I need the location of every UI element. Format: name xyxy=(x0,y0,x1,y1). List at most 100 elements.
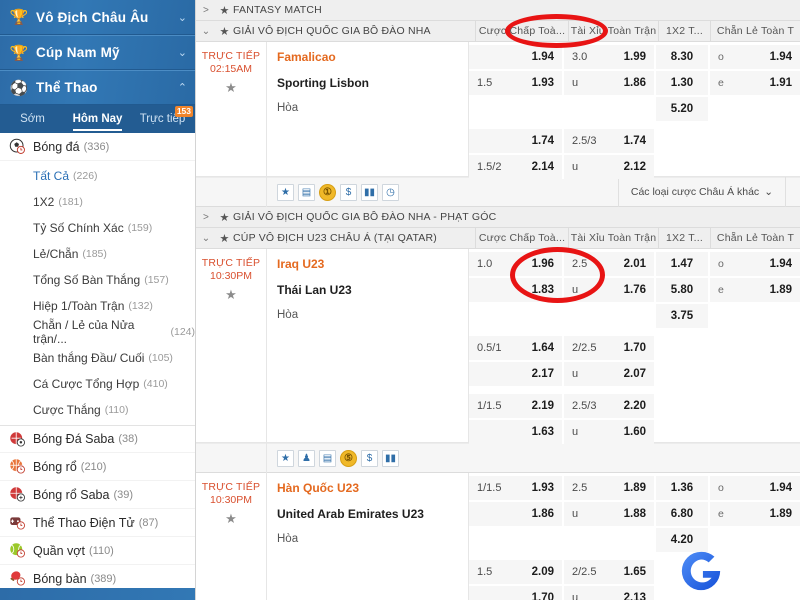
odd-even-flag[interactable]: o xyxy=(710,476,738,500)
over-under-price-alt[interactable]: 1.74 xyxy=(599,129,654,153)
over-under-line[interactable]: u xyxy=(564,278,599,302)
chevron-down-icon[interactable]: ⌄ xyxy=(178,11,187,24)
odd-even-price[interactable]: 1.94 xyxy=(738,45,800,69)
chevron-down-icon[interactable]: ⌄ xyxy=(196,26,216,37)
away-team-name[interactable]: Sporting Lisbon xyxy=(277,76,468,90)
odd-even-price[interactable]: 1.89 xyxy=(738,278,800,302)
odd-even-price[interactable]: 1.89 xyxy=(738,502,800,526)
tv-icon[interactable]: ▤ xyxy=(298,183,315,201)
handicap-price-alt[interactable]: 1.64 xyxy=(507,336,562,360)
away-team-name[interactable]: Thái Lan U23 xyxy=(277,283,468,297)
sidebar-item-bong-ro-saba[interactable]: Bóng rổ Saba (39) xyxy=(0,481,195,509)
sidebar-subitem-cuoc-thang[interactable]: Cược Thắng (110) xyxy=(0,397,195,423)
odd-even-price[interactable]: 1.94 xyxy=(738,252,800,276)
odd-even-flag[interactable]: o xyxy=(710,252,738,276)
over-under-line[interactable]: 2.5 xyxy=(564,476,599,500)
sidebar-item-bong-ro[interactable]: Bóng rổ (210) xyxy=(0,453,195,481)
handicap-line-alt[interactable]: 1.5/2 xyxy=(469,155,507,179)
sidebar-subitem-tong-so-ban-thang[interactable]: Tổng Số Bàn Thắng (157) xyxy=(0,267,195,293)
x12-price[interactable]: 6.80 xyxy=(656,502,708,526)
sidebar-item-the-thao-dien-tu[interactable]: Thể Thao Điện Tử (87) xyxy=(0,509,195,537)
handicap-line[interactable] xyxy=(469,45,507,69)
favorite-star-icon[interactable]: ★ xyxy=(196,80,266,96)
over-under-line[interactable]: 2.5 xyxy=(564,252,599,276)
sidebar-subitem-ca-cuoc-tong-hop[interactable]: Cá Cược Tổng Hợp (410) xyxy=(0,371,195,397)
home-team-name[interactable]: Famalicao xyxy=(277,50,468,64)
handicap-line-alt[interactable]: 1.5 xyxy=(469,560,507,584)
handicap-price-alt[interactable]: 1.63 xyxy=(507,420,562,444)
sidebar-subitem-1x2[interactable]: 1X2 (181) xyxy=(0,189,195,215)
handicap-line-alt[interactable] xyxy=(469,129,507,153)
stats-icon[interactable]: ▮▮ xyxy=(361,183,378,201)
handicap-price[interactable]: 1.83 xyxy=(507,278,562,302)
over-under-price[interactable]: 1.99 xyxy=(599,45,654,69)
x12-price[interactable]: 1.30 xyxy=(656,71,708,95)
sidebar-bottom-banner[interactable] xyxy=(0,588,195,600)
over-under-line[interactable]: u xyxy=(564,502,599,526)
x12-price[interactable]: 1.47 xyxy=(656,252,708,276)
handicap-line-alt[interactable] xyxy=(469,420,507,444)
league-header-u23-asian-cup[interactable]: ⌄ ★ CÚP VÔ ĐỊCH U23 CHÂU Á (TẠI QATAR) C… xyxy=(196,227,800,249)
dollar-icon[interactable]: $ xyxy=(361,449,378,467)
chevron-down-icon[interactable]: ⌄ xyxy=(196,233,216,244)
sidebar-subitem-ty-so-chinh-xac[interactable]: Tỷ Số Chính Xác (159) xyxy=(0,215,195,241)
odd-even-price[interactable]: 1.91 xyxy=(738,71,800,95)
dollar-icon[interactable]: $ xyxy=(340,183,357,201)
handicap-price-alt[interactable]: 1.74 xyxy=(507,129,562,153)
x12-price[interactable]: 1.36 xyxy=(656,476,708,500)
over-under-price-alt[interactable]: 1.65 xyxy=(599,560,654,584)
over-under-price[interactable]: 1.86 xyxy=(599,71,654,95)
odd-even-flag[interactable]: e xyxy=(710,502,738,526)
over-under-price[interactable]: 1.89 xyxy=(599,476,654,500)
column-header-odd-even[interactable]: Chẵn Lẻ Toàn T xyxy=(710,227,800,249)
over-under-price-alt[interactable]: 2.20 xyxy=(599,394,654,418)
odd-even-flag[interactable]: e xyxy=(710,71,738,95)
over-under-line-alt[interactable]: 2/2.5 xyxy=(564,560,599,584)
league-header-portugal[interactable]: ⌄ ★ GIẢI VÔ ĐỊCH QUỐC GIA BỒ ĐÀO NHA Cượ… xyxy=(196,20,800,42)
column-header-over-under[interactable]: Tài Xỉu Toàn Trận xyxy=(568,20,658,42)
over-under-line-alt[interactable]: 2/2.5 xyxy=(564,336,599,360)
sidebar-item-bong-da[interactable]: Bóng đá (336) xyxy=(0,133,195,161)
star-icon[interactable]: ★ xyxy=(216,232,233,245)
column-header-1x2[interactable]: 1X2 T... xyxy=(658,20,710,42)
coin-icon[interactable]: ⑤ xyxy=(340,449,357,467)
over-under-price-alt[interactable]: 1.70 xyxy=(599,336,654,360)
over-under-line-alt[interactable]: 2.5/3 xyxy=(564,129,599,153)
column-header-handicap[interactable]: Cược Chấp Toà... xyxy=(475,227,568,249)
person-icon[interactable]: ♟ xyxy=(298,449,315,467)
league-header-fantasy[interactable]: > ★ FANTASY MATCH xyxy=(196,0,800,21)
over-under-line-alt[interactable]: u xyxy=(564,362,599,386)
home-team-name[interactable]: Iraq U23 xyxy=(277,257,468,271)
sidebar-subitem-tat-ca[interactable]: Tất Cả (226) xyxy=(0,163,195,189)
handicap-line[interactable] xyxy=(469,278,507,302)
handicap-line-alt[interactable] xyxy=(469,362,507,386)
column-header-odd-even[interactable]: Chẵn Lẻ Toàn T xyxy=(710,20,800,42)
chevron-right-icon[interactable]: > xyxy=(196,212,216,223)
league-header-portugal-corners[interactable]: > ★ GIẢI VÔ ĐỊCH QUỐC GIA BỒ ĐÀO NHA - P… xyxy=(196,207,800,228)
sidebar-subitem-chan-le-nua-tran[interactable]: Chẵn / Lẻ của Nửa trận/... (124) xyxy=(0,318,195,346)
over-under-price-alt[interactable]: 1.60 xyxy=(599,420,654,444)
favorite-star-icon[interactable]: ★ xyxy=(196,511,266,527)
x12-draw-price[interactable]: 5.20 xyxy=(656,97,708,121)
star-icon[interactable]: ★ xyxy=(277,449,294,467)
draw-label[interactable]: Hòa xyxy=(277,309,468,321)
asian-bets-dropdown[interactable]: Các loại cược Châu Á khác ⌄ xyxy=(617,177,786,207)
star-icon[interactable]: ★ xyxy=(216,25,233,38)
odd-even-price[interactable]: 1.94 xyxy=(738,476,800,500)
handicap-price-alt[interactable]: 1.70 xyxy=(507,586,562,600)
handicap-line[interactable]: 1.0 xyxy=(469,252,507,276)
home-team-name[interactable]: Hàn Quốc U23 xyxy=(277,481,468,495)
stats-icon[interactable]: ▮▮ xyxy=(382,449,399,467)
sidebar-banner-euro[interactable]: 🏆 Vô Địch Châu Âu ⌄ xyxy=(0,0,195,35)
column-header-handicap[interactable]: Cược Chấp Toà... xyxy=(475,20,568,42)
over-under-price[interactable]: 1.76 xyxy=(599,278,654,302)
odd-even-flag[interactable]: o xyxy=(710,45,738,69)
handicap-price-alt[interactable]: 2.14 xyxy=(507,155,562,179)
draw-label[interactable]: Hòa xyxy=(277,533,468,545)
sidebar-banner-sports[interactable]: ⚽ Thể Thao ⌃ xyxy=(0,70,195,105)
handicap-line-alt[interactable]: 1/1.5 xyxy=(469,394,507,418)
sidebar-item-quan-vot[interactable]: Quần vợt (110) xyxy=(0,537,195,565)
handicap-line-alt[interactable] xyxy=(469,586,507,600)
over-under-price-alt[interactable]: 2.07 xyxy=(599,362,654,386)
over-under-line-alt[interactable]: 2.5/3 xyxy=(564,394,599,418)
